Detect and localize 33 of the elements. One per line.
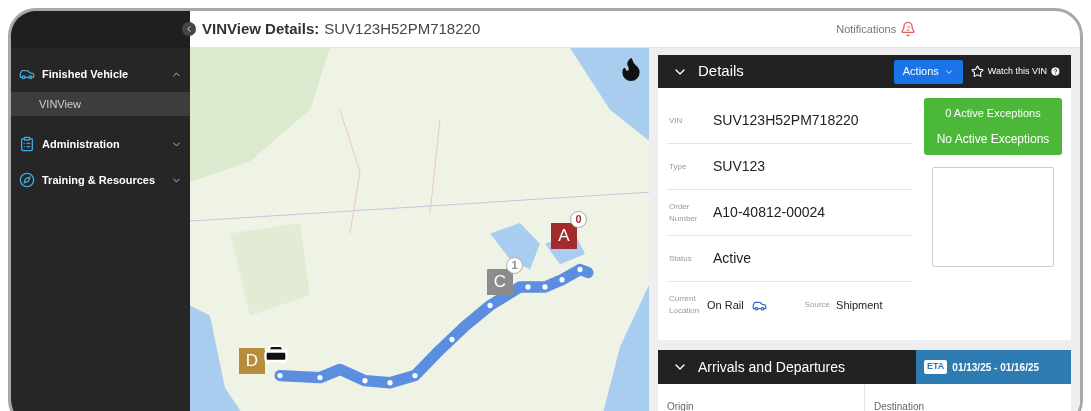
compass-icon <box>19 172 35 188</box>
field-label: Source <box>804 299 831 311</box>
exceptions-badge: 0 Active Exceptions No Active Exceptions <box>924 98 1062 155</box>
star-icon <box>970 65 984 78</box>
field-label: Type <box>669 160 688 173</box>
eta-badge: ETA <box>924 360 948 374</box>
clipboard-icon <box>19 136 35 152</box>
field-value: SUV123 <box>713 157 766 176</box>
sidebar-item[interactable]: Administration <box>11 126 190 162</box>
vin-title: SUV123H52PM718220 <box>324 18 481 39</box>
chevron-left-icon <box>184 24 194 34</box>
watch-vin-button[interactable]: Watch this VIN <box>970 64 1047 79</box>
details-title: Details <box>698 61 745 82</box>
collapse-button[interactable] <box>182 22 196 36</box>
field-label: Order Number <box>669 200 699 225</box>
eta-range: 01/13/25 - 01/16/25 <box>952 360 1040 375</box>
field-value: Shipment <box>836 297 883 313</box>
map-marker[interactable]: A <box>551 223 577 249</box>
page-title: VINView Details: <box>202 18 320 39</box>
sidebar-subitem[interactable]: VINView <box>11 92 190 116</box>
help-icon <box>1050 66 1061 77</box>
actions-button[interactable]: Actions <box>893 59 963 84</box>
field-value: SUV123H52PM718220 <box>713 111 859 130</box>
column-heading: Destination <box>874 401 925 411</box>
field-label: Current Location <box>669 293 701 317</box>
sidebar-item[interactable]: Training & Resources <box>11 162 190 198</box>
field-value: Active <box>713 249 752 268</box>
arrivals-title: Arrivals and Departures <box>698 357 846 377</box>
field-label: VIN <box>669 114 684 127</box>
field-value: On Rail <box>707 297 744 313</box>
field-value: A10-40812-00024 <box>713 203 826 222</box>
field-label: Status <box>669 252 693 265</box>
sidebar-item[interactable]: Finished Vehicle <box>11 56 190 92</box>
